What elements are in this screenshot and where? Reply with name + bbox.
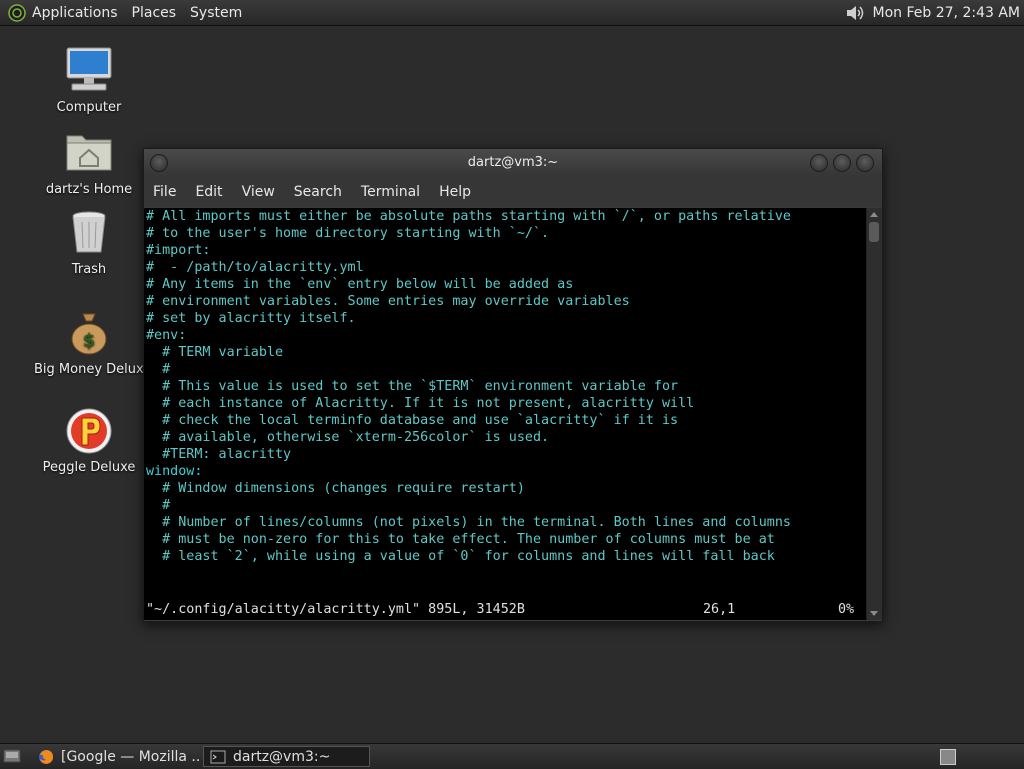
volume-icon[interactable] [845,4,865,22]
window-menu-button[interactable] [150,154,168,172]
scroll-up-icon[interactable] [870,212,878,217]
svg-text:$: $ [83,330,96,351]
taskbar-item-firefox[interactable]: [Google — Mozilla ... [32,746,200,767]
menu-help[interactable]: Help [439,184,471,200]
workspace-switcher[interactable] [940,749,956,765]
terminal-line: # each instance of Alacritty. If it is n… [146,396,695,411]
terminal-scrollbar[interactable] [866,208,882,620]
status-percent: 0% [838,602,855,617]
terminal-line: # All imports must either be absolute pa… [146,209,791,224]
terminal-title: dartz@vm3:~ [467,155,559,170]
menu-edit[interactable]: Edit [195,184,222,200]
terminal-titlebar[interactable]: dartz@vm3:~ [144,149,882,177]
terminal-line: window: [146,464,203,479]
terminal-window[interactable]: dartz@vm3:~ File Edit View Search Termin… [143,148,883,622]
top-panel: Applications Places System Mon Feb 27, 2… [0,0,1024,26]
desktop-icon-big-money[interactable]: $ Big Money Deluxe [34,308,152,377]
desktop-icon-peggle[interactable]: Peggle Deluxe [34,406,144,475]
menu-terminal[interactable]: Terminal [361,184,420,200]
vim-status-line: "~/.config/alacitty/alacritty.yml" 895L,… [144,601,866,618]
bottom-panel: [Google — Mozilla ... dartz@vm3:~ [0,743,1024,769]
terminal-line: # to the user's home directory starting … [146,226,550,241]
menu-file[interactable]: File [153,184,176,200]
terminal-line: #env: [146,328,187,343]
desktop-icon-label: dartz's Home [45,182,133,197]
terminal-line: # set by alacritty itself. [146,311,356,326]
scrollbar-thumb[interactable] [869,222,879,242]
terminal-line: #import: [146,243,211,258]
terminal-line: # [146,362,171,377]
desktop-icon-home[interactable]: dartz's Home [34,128,144,197]
menu-system[interactable]: System [190,5,242,21]
home-folder-icon [64,128,114,178]
status-cursor-position: 26,1 [703,602,736,617]
terminal-line: # Number of lines/columns (not pixels) i… [146,515,791,530]
terminal-line: # TERM variable [146,345,284,360]
terminal-line: #TERM: alacritty [146,447,292,462]
menu-places[interactable]: Places [132,5,177,21]
terminal-line: # least `2`, while using a value of `0` … [146,549,775,564]
desktop-icon-label: Peggle Deluxe [42,460,136,475]
terminal-line: # must be non-zero for this to take effe… [146,532,775,547]
taskbar-label: dartz@vm3:~ [233,748,331,765]
menu-search[interactable]: Search [294,184,342,200]
maximize-button[interactable] [833,154,851,172]
desktop-icon-trash[interactable]: Trash [34,208,144,277]
terminal-line: # Any items in the `env` entry below wil… [146,277,574,292]
status-file: "~/.config/alacitty/alacritty.yml" 895L,… [146,602,525,617]
close-button[interactable] [856,154,874,172]
show-desktop-icon[interactable] [3,748,21,764]
terminal-menubar: File Edit View Search Terminal Help [144,177,882,207]
desktop-icon-label: Computer [56,100,122,115]
desktop-icon-computer[interactable]: Computer [34,46,144,115]
peggle-icon [64,406,114,456]
terminal-line: # available, otherwise `xterm-256color` … [146,430,550,445]
menu-applications[interactable]: Applications [32,5,118,21]
trash-icon [64,208,114,258]
terminal-line: # Window dimensions (changes require res… [146,481,525,496]
distro-logo-icon[interactable] [8,3,26,22]
terminal-line: # - /path/to/alacritty.yml [146,260,364,275]
menu-view[interactable]: View [242,184,275,200]
scroll-down-icon[interactable] [870,611,878,616]
taskbar-label: [Google — Mozilla ... [61,748,200,765]
terminal-body[interactable]: # All imports must either be absolute pa… [144,208,866,620]
desktop-icon-label: Big Money Deluxe [34,362,152,377]
computer-icon [64,46,114,96]
terminal-line: # This value is used to set the `$TERM` … [146,379,679,394]
terminal-icon [210,749,226,765]
money-bag-icon: $ [64,308,114,358]
minimize-button[interactable] [810,154,828,172]
clock[interactable]: Mon Feb 27, 2:43 AM [873,5,1020,21]
terminal-line: # check the local terminfo database and … [146,413,679,428]
terminal-line: # [146,498,171,513]
desktop-icon-label: Trash [71,262,107,277]
terminal-line: # environment variables. Some entries ma… [146,294,630,309]
taskbar-item-terminal[interactable]: dartz@vm3:~ [203,746,370,767]
firefox-icon [38,749,54,765]
